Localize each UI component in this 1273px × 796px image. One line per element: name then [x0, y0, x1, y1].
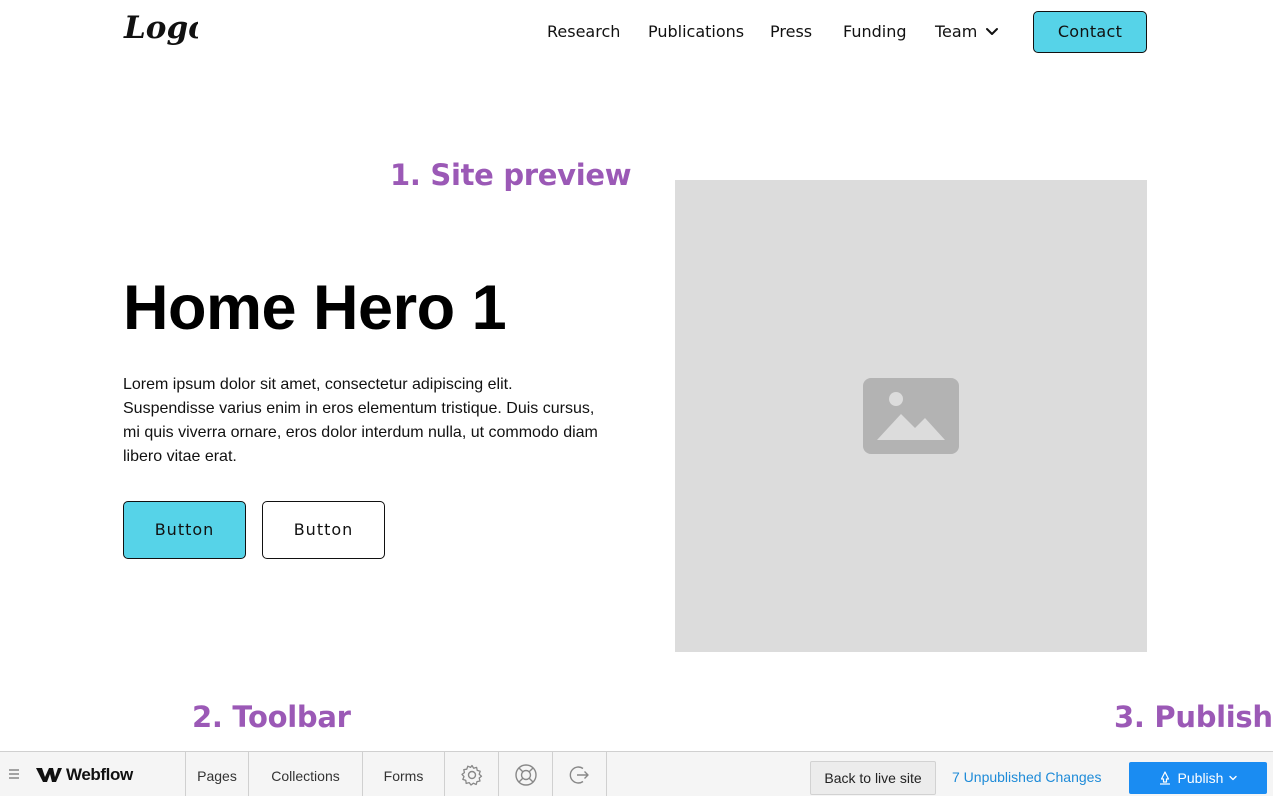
image-placeholder-icon [863, 378, 959, 454]
contact-button[interactable]: Contact [1033, 11, 1147, 53]
toolbar-pages-button[interactable]: Pages [186, 752, 248, 796]
hero-title: Home Hero 1 [123, 273, 507, 343]
hero-primary-button[interactable]: Button [123, 501, 246, 559]
editor-toolbar: Webflow Pages Collections Forms Back to … [0, 751, 1273, 796]
hero-image [675, 180, 1147, 652]
help-icon [514, 763, 537, 786]
annotation-toolbar: 2. Toolbar [192, 700, 351, 734]
chevron-down-icon [983, 11, 1001, 53]
unpublished-changes-link[interactable]: 7 Unpublished Changes [952, 752, 1101, 796]
webflow-brand[interactable]: Webflow [36, 764, 133, 786]
nav-link-funding[interactable]: Funding [843, 11, 907, 53]
webflow-logo-icon [36, 768, 62, 782]
hero-body: Lorem ipsum dolor sit amet, consectetur … [123, 376, 598, 465]
nav-link-publications[interactable]: Publications [648, 11, 744, 53]
exit-icon [569, 765, 589, 784]
nav-link-research[interactable]: Research [547, 11, 620, 53]
annotation-site-preview: 1. Site preview [390, 158, 632, 192]
site-nav: Research Publications Press Funding Team… [0, 11, 1273, 53]
nav-team-label: Team [935, 22, 978, 41]
back-to-live-site-button[interactable]: Back to live site [810, 761, 936, 795]
gear-icon [460, 764, 482, 786]
nav-link-press[interactable]: Press [770, 11, 812, 53]
help-button[interactable] [499, 752, 552, 796]
rocket-icon [1159, 771, 1170, 785]
nav-dropdown-team[interactable]: Team [935, 11, 1001, 53]
toolbar-divider [606, 752, 607, 796]
webflow-brand-text: Webflow [66, 765, 133, 784]
toolbar-forms-button[interactable]: Forms [363, 752, 444, 796]
publish-button-label: Publish [1177, 770, 1224, 786]
menu-icon[interactable] [6, 766, 22, 782]
settings-button[interactable] [445, 752, 498, 796]
hero-secondary-button[interactable]: Button [262, 501, 385, 559]
publish-button[interactable]: Publish [1129, 762, 1267, 794]
toolbar-collections-button[interactable]: Collections [249, 752, 362, 796]
chevron-down-icon [1229, 775, 1238, 781]
annotation-publish: 3. Publish [1114, 700, 1273, 734]
exit-editor-button[interactable] [553, 752, 606, 796]
